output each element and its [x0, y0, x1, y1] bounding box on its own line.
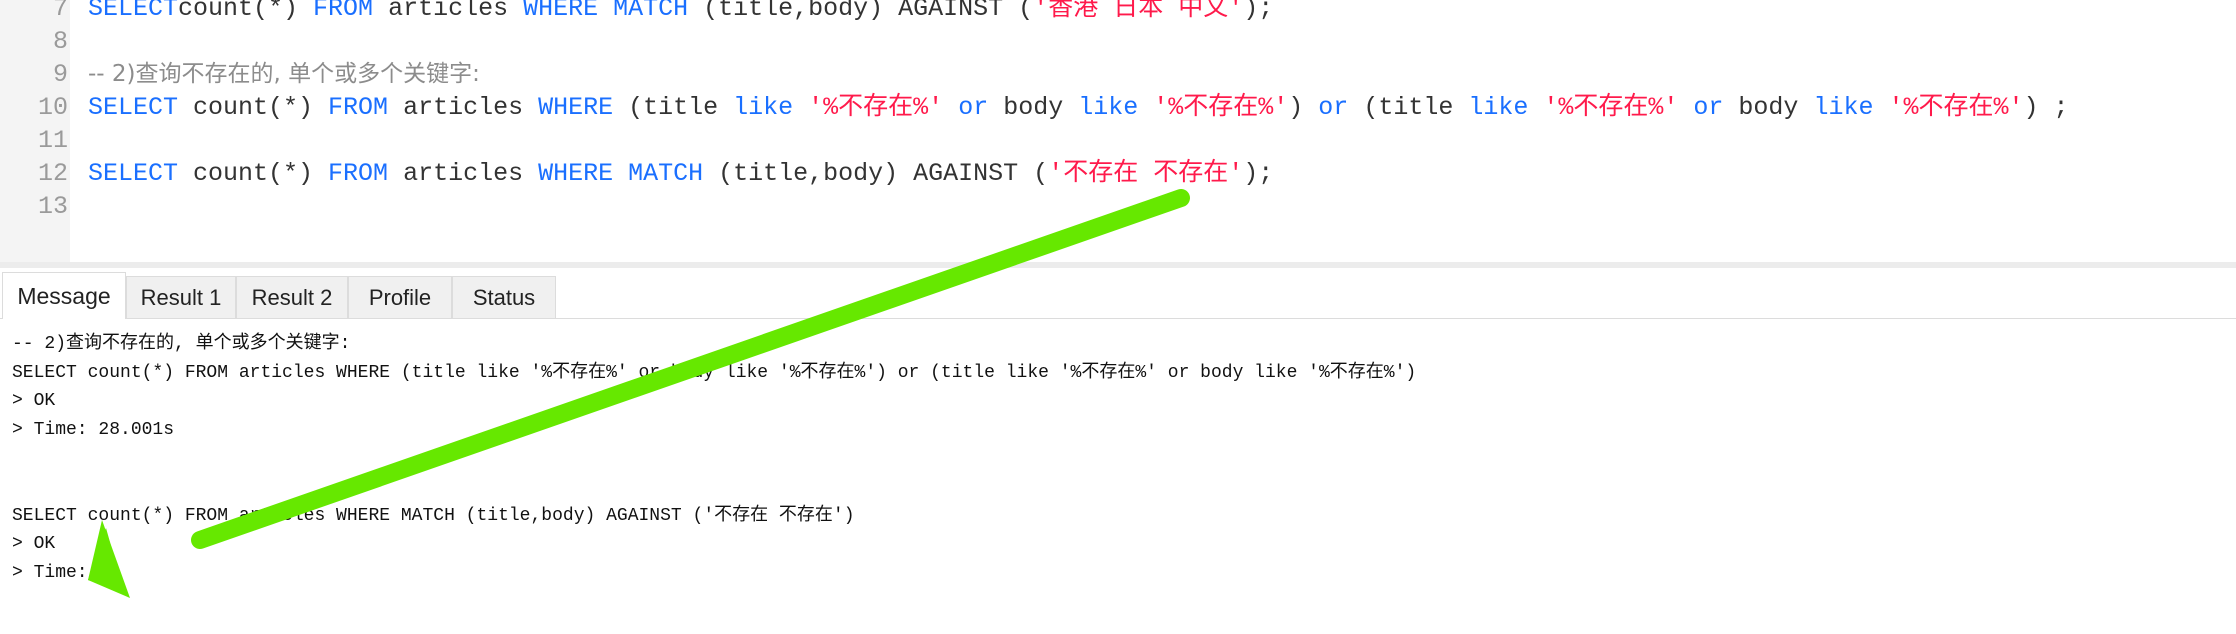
code-text: SELECTcount(*) FROM articles WHERE MATCH… — [88, 0, 1273, 25]
line-number: 8 — [52, 27, 68, 56]
message-line: SELECT count(*) FROM articles WHERE (tit… — [12, 362, 1417, 383]
sql-keyword: SELECT — [88, 93, 179, 122]
sql-string: '不存在 不存在' — [1048, 159, 1244, 188]
line-number: 10 — [37, 93, 68, 122]
sql-token: count(*) — [178, 159, 329, 188]
result-tabs: Message Result 1 Result 2 Profile Status — [0, 272, 2236, 319]
sql-keyword: or — [1693, 93, 1724, 122]
sql-comment: -- 2)查询不存在的, 单个或多个关键字: — [88, 61, 480, 87]
sql-keyword: WHERE — [538, 93, 614, 122]
message-line: > Time: 28.001s — [12, 419, 175, 440]
sql-keyword: or — [1318, 93, 1349, 122]
message-line — [12, 444, 1416, 473]
tab-label: Result 2 — [251, 285, 333, 310]
sql-token: ); — [1243, 0, 1274, 23]
tab-result-1[interactable]: Result 1 — [126, 276, 236, 318]
line-number: 12 — [37, 159, 68, 188]
tab-result-2[interactable]: Result 2 — [236, 276, 348, 318]
tab-label: Status — [472, 285, 536, 310]
message-line — [12, 473, 1416, 502]
line-number: 13 — [37, 192, 68, 221]
sql-token: articles — [373, 0, 524, 23]
tab-status[interactable]: Status — [452, 276, 556, 318]
sql-token: ) — [1288, 93, 1319, 122]
sql-token: count(*) — [178, 93, 329, 122]
sql-token: articles — [388, 93, 539, 122]
sql-keyword: like — [1813, 93, 1874, 122]
sql-token: (title,body) AGAINST ( — [703, 159, 1049, 188]
sql-keyword: like — [733, 93, 794, 122]
sql-string: '香港 日本 中文' — [1033, 0, 1244, 23]
tab-profile[interactable]: Profile — [348, 276, 452, 318]
line-number: 11 — [37, 126, 68, 155]
sql-keyword: FROM — [313, 0, 374, 23]
code-text: -- 2)查询不存在的, 单个或多个关键字: — [88, 58, 480, 91]
tab-label: Profile — [368, 285, 432, 310]
sql-keyword: like — [1078, 93, 1139, 122]
sql-token: count(*) — [178, 0, 314, 23]
sql-keyword: or — [958, 93, 989, 122]
message-line: > OK — [12, 391, 56, 412]
sql-editor[interactable]: 7 SELECTcount(*) FROM articles WHERE MATC… — [0, 0, 2236, 264]
sql-token: (title,body) AGAINST ( — [688, 0, 1034, 23]
sql-token: ) ; — [2023, 93, 2069, 122]
sql-keyword: FROM — [328, 159, 389, 188]
sql-keyword: SELECT — [88, 159, 179, 188]
tab-message[interactable]: Message — [2, 272, 126, 319]
sql-string: '%不存在%' — [808, 93, 944, 122]
sql-token: articles — [388, 159, 539, 188]
code-text: SELECT count(*) FROM articles WHERE (tit… — [88, 91, 2069, 124]
sql-token: (title — [613, 93, 734, 122]
sql-string: '%不存在%' — [1888, 93, 2024, 122]
sql-keyword: like — [1468, 93, 1529, 122]
code-text: SELECT count(*) FROM articles WHERE MATC… — [88, 157, 1273, 190]
sql-keyword: WHERE MATCH — [523, 0, 689, 23]
message-line: -- 2)查询不存在的, 单个或多个关键字: — [12, 334, 351, 354]
sql-keyword: WHERE MATCH — [538, 159, 704, 188]
sql-keyword: SELECT — [88, 0, 179, 23]
sql-token: body — [1723, 93, 1814, 122]
line-number: 9 — [52, 60, 68, 89]
sql-token: (title — [1348, 93, 1469, 122]
sql-string: '%不存在%' — [1543, 93, 1679, 122]
message-line: SELECT count(*) FROM articles WHERE MATC… — [12, 505, 855, 526]
line-number: 7 — [52, 0, 68, 23]
sql-token: body — [988, 93, 1079, 122]
pane-splitter[interactable] — [0, 262, 2236, 268]
sql-keyword: FROM — [328, 93, 389, 122]
message-line: > Time: 0s — [12, 562, 121, 583]
message-output[interactable]: -- 2)查询不存在的, 单个或多个关键字: SELECT count(*) F… — [12, 330, 1416, 587]
tab-label: Message — [17, 283, 111, 309]
sql-token: ); — [1243, 159, 1274, 188]
tab-label: Result 1 — [140, 285, 222, 310]
sql-string: '%不存在%' — [1153, 93, 1289, 122]
message-line: > OK — [12, 534, 56, 555]
